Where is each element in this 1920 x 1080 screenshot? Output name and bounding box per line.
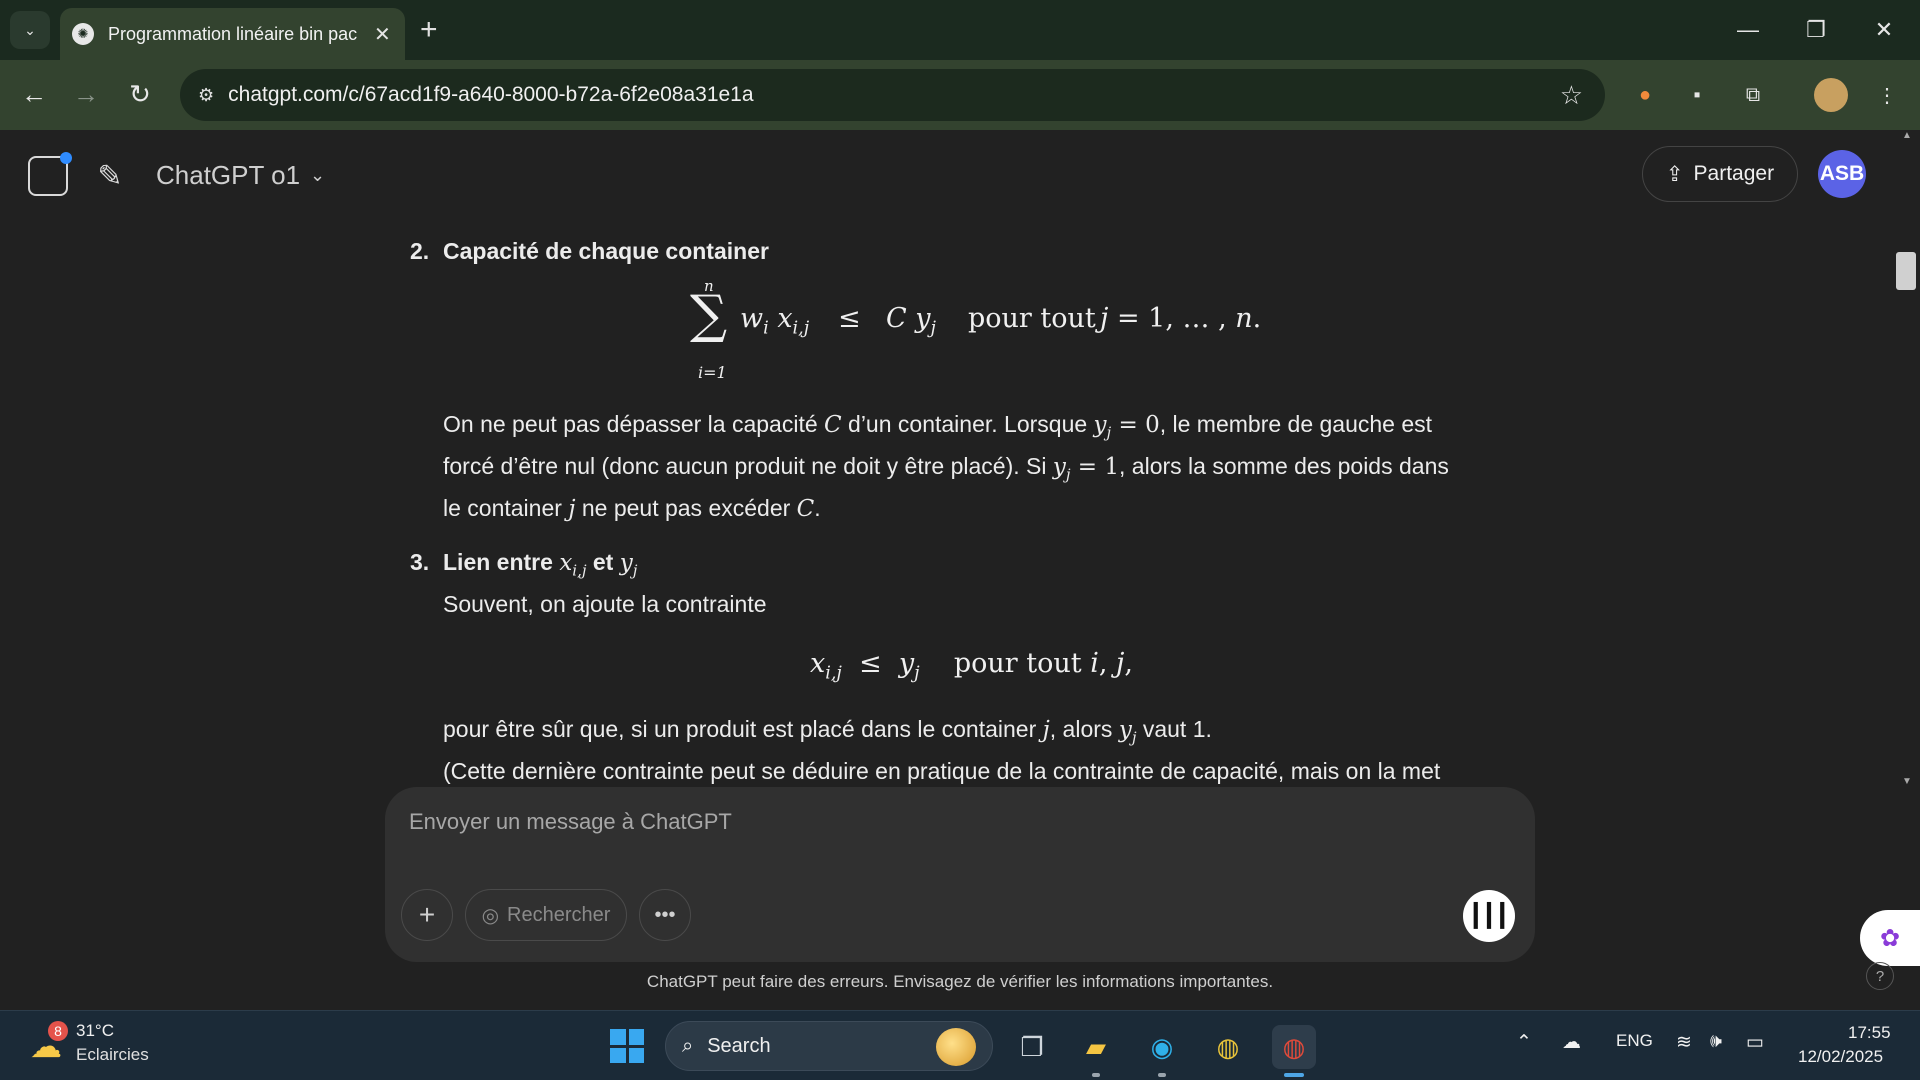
weather-condition[interactable]: Eclaircies <box>76 1045 149 1065</box>
search-icon: ⌕ <box>682 1034 694 1057</box>
tab-search-button[interactable]: ⌄ <box>10 11 50 49</box>
chatgpt-favicon-icon: ✺ <box>72 23 94 45</box>
more-options-button[interactable]: ••• <box>639 889 691 941</box>
search-label: Rechercher <box>507 903 611 926</box>
message-composer[interactable]: Envoyer un message à ChatGPT + ◎ Recherc… <box>385 787 1535 962</box>
close-window-icon[interactable]: ✕ <box>1856 10 1912 50</box>
weather-badge: 8 <box>48 1021 68 1041</box>
wifi-icon[interactable]: ≋ <box>1676 1031 1692 1054</box>
floating-extension-icon[interactable]: ✿ <box>1860 910 1920 966</box>
active-tab[interactable]: ✺ Programmation linéaire bin pac ✕ <box>60 8 405 60</box>
model-selector[interactable]: ChatGPT o1 ⌄ <box>156 160 325 191</box>
taskbar-search[interactable]: ⌕ Search <box>665 1021 993 1071</box>
list-number: 2. <box>410 238 430 264</box>
disclaimer-text: ChatGPT peut faire des erreurs. Envisage… <box>646 972 1274 991</box>
pour-tout-1: pour tout <box>968 303 1096 334</box>
profile-avatar-icon[interactable] <box>1814 78 1848 112</box>
user-avatar[interactable]: ASB <box>1818 150 1866 198</box>
chat-header: ✎ ChatGPT o1 ⌄ ⇪ Partager ASB <box>0 130 1920 220</box>
search-highlight-icon <box>936 1028 976 1066</box>
paragraph-line: (Cette dernière contrainte peut se dédui… <box>443 758 1441 784</box>
weather-temperature[interactable]: 31°C <box>76 1021 114 1041</box>
chrome-icon[interactable]: ◍ <box>1272 1025 1316 1077</box>
task-view-icon[interactable]: ❐ <box>1010 1025 1054 1069</box>
upload-icon: ⇪ <box>1665 162 1684 186</box>
edge-icon[interactable]: ◉ <box>1140 1025 1184 1077</box>
chrome-profile-icon[interactable]: ◍ <box>1206 1025 1250 1069</box>
globe-icon: ◎ <box>481 904 500 927</box>
forward-icon[interactable]: → <box>66 74 106 114</box>
clock-time[interactable]: 17:55 <box>1848 1023 1891 1043</box>
restore-icon[interactable]: ❐ <box>1788 10 1844 50</box>
search-label: Search <box>707 1034 771 1057</box>
show-hidden-icons[interactable]: ⌃ <box>1516 1031 1532 1054</box>
minimize-icon[interactable]: — <box>1720 10 1776 50</box>
sidebar-toggle-icon[interactable] <box>28 152 72 196</box>
attach-button[interactable]: + <box>401 889 453 941</box>
extension-icon[interactable]: ● <box>1628 78 1662 112</box>
voice-mode-icon[interactable]: ┃┃┃ <box>1463 890 1515 942</box>
browser-toolbar: ← → ↻ ⚙ chatgpt.com/c/67acd1f9-a640-8000… <box>0 60 1920 130</box>
site-info-icon[interactable]: ⚙ <box>198 85 214 106</box>
bookmark-star-icon[interactable]: ☆ <box>1560 80 1583 111</box>
search-button[interactable]: ◎ Rechercher <box>465 889 627 941</box>
paragraph-line: Souvent, on ajoute la contrainte <box>443 591 767 617</box>
message-input[interactable]: Envoyer un message à ChatGPT <box>409 809 732 835</box>
file-explorer-icon[interactable]: ▰ <box>1074 1025 1118 1077</box>
paragraph-line: le container j ne peut pas excéder C. <box>443 495 821 522</box>
browser-menu-icon[interactable]: ⋮ <box>1870 78 1904 112</box>
chevron-down-icon: ⌄ <box>310 165 326 185</box>
address-bar[interactable]: ⚙ chatgpt.com/c/67acd1f9-a640-8000-b72a-… <box>180 69 1605 121</box>
new-chat-icon[interactable]: ✎ <box>90 156 130 196</box>
back-icon[interactable]: ← <box>14 74 54 114</box>
url-text: chatgpt.com/c/67acd1f9-a640-8000-b72a-6f… <box>228 83 754 106</box>
list-number: 3. <box>410 549 430 575</box>
reload-icon[interactable]: ↻ <box>120 74 160 114</box>
item-title: Capacité de chaque container <box>443 238 769 264</box>
link-equation: xi,j ≤ yj pour tout i, j, <box>810 648 1133 684</box>
extension-dots-icon[interactable]: ▪ <box>1680 78 1714 112</box>
page-scrollbar[interactable]: ▲ ▼ <box>1896 130 1920 790</box>
battery-icon[interactable]: ▭ <box>1746 1031 1764 1054</box>
tab-title: Programmation linéaire bin pac <box>108 23 358 44</box>
scrollbar-thumb[interactable] <box>1896 252 1916 290</box>
model-name: ChatGPT o1 <box>156 160 301 190</box>
language-indicator[interactable]: ENG <box>1616 1031 1653 1051</box>
help-icon[interactable]: ? <box>1866 962 1894 990</box>
share-label: Partager <box>1693 162 1775 185</box>
close-tab-icon[interactable]: ✕ <box>374 22 391 47</box>
message-content: 2. Capacité de chaque container n ∑ i=1 … <box>0 220 1920 790</box>
onedrive-icon[interactable]: ☁ <box>1562 1031 1581 1054</box>
windows-start-icon[interactable] <box>610 1029 644 1063</box>
new-tab-button[interactable]: + <box>420 12 438 48</box>
windows-taskbar: ☁ 8 31°C Eclaircies ⌕ Search ❐ ▰ ◉ ◍ ◍ ⌃… <box>0 1010 1920 1080</box>
notification-dot <box>60 152 72 164</box>
volume-icon[interactable]: 🕪 <box>1710 1031 1722 1053</box>
browser-tab-strip: ⌄ ✺ Programmation linéaire bin pac ✕ + —… <box>0 0 1920 60</box>
extensions-puzzle-icon[interactable]: ⧉ <box>1736 78 1770 112</box>
share-button[interactable]: ⇪ Partager <box>1642 146 1798 202</box>
clock-date[interactable]: 12/02/2025 <box>1798 1047 1883 1067</box>
